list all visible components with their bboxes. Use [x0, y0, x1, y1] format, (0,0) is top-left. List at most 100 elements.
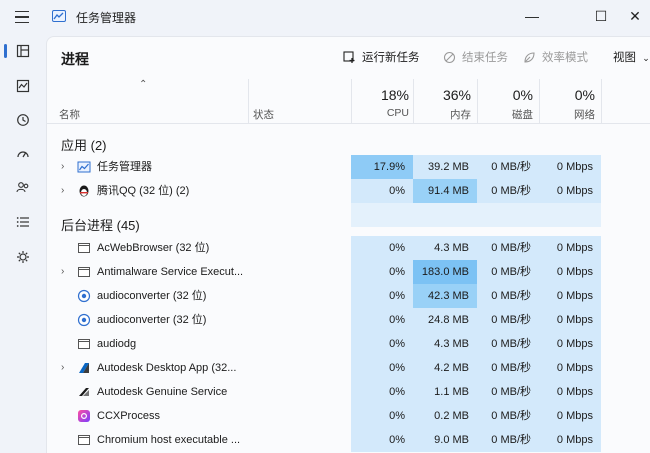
- memory-cell: 9.0 MB: [413, 428, 477, 452]
- disk-cell: 0 MB/秒: [477, 428, 539, 452]
- network-cell: 0 Mbps: [539, 428, 601, 452]
- column-header-status[interactable]: 状态: [253, 107, 274, 122]
- network-cell: 0 Mbps: [539, 236, 601, 260]
- network-cell: 0 Mbps: [539, 179, 601, 203]
- table-row[interactable]: CCXProcess 0% 0.2 MB 0 MB/秒 0 Mbps: [47, 404, 650, 428]
- empty-cell: [477, 203, 539, 227]
- network-label: 网络: [574, 109, 595, 121]
- memory-cell: 4.3 MB: [413, 236, 477, 260]
- column-header-name[interactable]: 名称: [59, 107, 80, 122]
- cpu-cell: 0%: [351, 236, 413, 260]
- memory-cell: 4.3 MB: [413, 332, 477, 356]
- disk-cell: 0 MB/秒: [477, 404, 539, 428]
- process-name: CCXProcess: [97, 410, 160, 422]
- table-row[interactable]: audioconverter (32 位) 0% 24.8 MB 0 MB/秒 …: [47, 308, 650, 332]
- memory-label: 内存: [450, 109, 471, 121]
- table-row[interactable]: Chromium host executable ... 0% 9.0 MB 0…: [47, 428, 650, 452]
- expand-chevron-icon[interactable]: ›: [61, 155, 64, 179]
- disk-cell: 0 MB/秒: [477, 179, 539, 203]
- disk-cell: 0 MB/秒: [477, 308, 539, 332]
- table-row[interactable]: › 腾讯QQ (32 位) (2) 0% 91.4 MB 0 MB/秒 0 Mb…: [47, 179, 650, 203]
- disk-cell: 0 MB/秒: [477, 236, 539, 260]
- expand-chevron-icon[interactable]: ›: [61, 260, 64, 284]
- expand-chevron-icon[interactable]: ›: [61, 179, 64, 203]
- network-cell: 0 Mbps: [539, 308, 601, 332]
- table-row[interactable]: › Antimalware Service Execut... 0% 183.0…: [47, 260, 650, 284]
- processes-icon[interactable]: [4, 36, 38, 66]
- table-row[interactable]: audioconverter (32 位) 0% 42.3 MB 0 MB/秒 …: [47, 284, 650, 308]
- disk-cell: 0 MB/秒: [477, 284, 539, 308]
- run-new-task-label: 运行新任务: [362, 52, 420, 64]
- processes-panel: 进程 运行新任务 结束任务 效率模式 视图 ⌄ ⌃ 名称 状态 18% CPU …: [46, 36, 650, 453]
- run-new-task-button[interactable]: 运行新任务: [343, 49, 420, 65]
- efficiency-mode-button[interactable]: 效率模式: [523, 49, 588, 65]
- app-history-icon[interactable]: [8, 105, 38, 135]
- close-button[interactable]: ✕: [620, 0, 650, 32]
- autodesk-genuine-icon: [79, 388, 89, 396]
- startup-icon[interactable]: [8, 139, 38, 169]
- window-app-icon: [78, 435, 90, 445]
- process-name: audioconverter (32 位): [97, 314, 207, 326]
- column-divider: [248, 79, 249, 123]
- cpu-cell: 0%: [351, 380, 413, 404]
- table-row[interactable]: audiodg 0% 4.3 MB 0 MB/秒 0 Mbps: [47, 332, 650, 356]
- table-row[interactable]: AcWebBrowser (32 位) 0% 4.3 MB 0 MB/秒 0 M…: [47, 236, 650, 260]
- memory-cell: 91.4 MB: [413, 179, 477, 203]
- cpu-cell: 0%: [351, 284, 413, 308]
- end-task-label: 结束任务: [462, 52, 508, 64]
- cpu-cell: 0%: [351, 308, 413, 332]
- window-title: 任务管理器: [76, 11, 137, 25]
- network-cell: 0 Mbps: [539, 155, 601, 179]
- task-manager-icon: [77, 161, 91, 173]
- network-cell: 0 Mbps: [539, 404, 601, 428]
- expand-chevron-icon[interactable]: ›: [61, 356, 64, 380]
- users-icon[interactable]: [8, 172, 38, 202]
- window-app-icon: [78, 267, 90, 277]
- minimize-button[interactable]: —: [509, 0, 555, 32]
- end-task-button[interactable]: 结束任务: [443, 49, 508, 65]
- efficiency-mode-label: 效率模式: [542, 52, 588, 64]
- view-menu-button[interactable]: 视图 ⌄: [613, 49, 650, 65]
- disk-label: 磁盘: [512, 109, 533, 121]
- process-name: Autodesk Desktop App (32...: [97, 362, 237, 374]
- disk-cell: 0 MB/秒: [477, 332, 539, 356]
- leaf-icon: [524, 51, 535, 63]
- window-app-icon: [78, 339, 90, 349]
- cpu-total: 18%: [380, 87, 409, 103]
- performance-icon[interactable]: [8, 71, 38, 101]
- group-header-apps: 应用 (2): [61, 138, 107, 153]
- window-app-icon: [78, 243, 90, 253]
- column-header-cpu[interactable]: 18% CPU: [351, 83, 409, 119]
- menu-icon[interactable]: [12, 8, 32, 26]
- network-cell: 0 Mbps: [539, 284, 601, 308]
- empty-cell: [413, 203, 477, 227]
- process-name: Antimalware Service Execut...: [97, 266, 243, 278]
- process-name: AcWebBrowser (32 位): [97, 242, 210, 254]
- memory-cell: 42.3 MB: [413, 284, 477, 308]
- column-divider: [601, 79, 602, 123]
- network-cell: 0 Mbps: [539, 260, 601, 284]
- title-bar: 任务管理器 — ☐ ✕: [0, 0, 650, 34]
- services-icon[interactable]: [8, 242, 38, 272]
- column-header-network[interactable]: 0% 网络: [539, 83, 595, 122]
- sort-ascending-icon: ⌃: [139, 79, 148, 90]
- cpu-cell: 0%: [351, 179, 413, 203]
- header-divider: [47, 123, 650, 124]
- column-header-memory[interactable]: 36% 内存: [413, 83, 471, 122]
- table-row[interactable]: › 任务管理器 17.9% 39.2 MB 0 MB/秒 0 Mbps: [47, 155, 650, 179]
- cpu-cell: 0%: [351, 260, 413, 284]
- autodesk-icon: [79, 363, 89, 373]
- table-row[interactable]: Autodesk Genuine Service 0% 1.1 MB 0 MB/…: [47, 380, 650, 404]
- cpu-label: CPU: [386, 107, 409, 119]
- cpu-cell: 17.9%: [351, 155, 413, 179]
- empty-cell: [539, 203, 601, 227]
- cpu-cell: 0%: [351, 332, 413, 356]
- maximize-button[interactable]: ☐: [578, 0, 624, 32]
- table-row[interactable]: › Autodesk Desktop App (32... 0% 4.2 MB …: [47, 356, 650, 380]
- left-nav: [0, 34, 46, 453]
- network-total: 0%: [574, 87, 595, 103]
- disk-cell: 0 MB/秒: [477, 380, 539, 404]
- end-task-icon: [443, 51, 456, 63]
- column-header-disk[interactable]: 0% 磁盘: [477, 83, 533, 122]
- details-icon[interactable]: [8, 207, 38, 237]
